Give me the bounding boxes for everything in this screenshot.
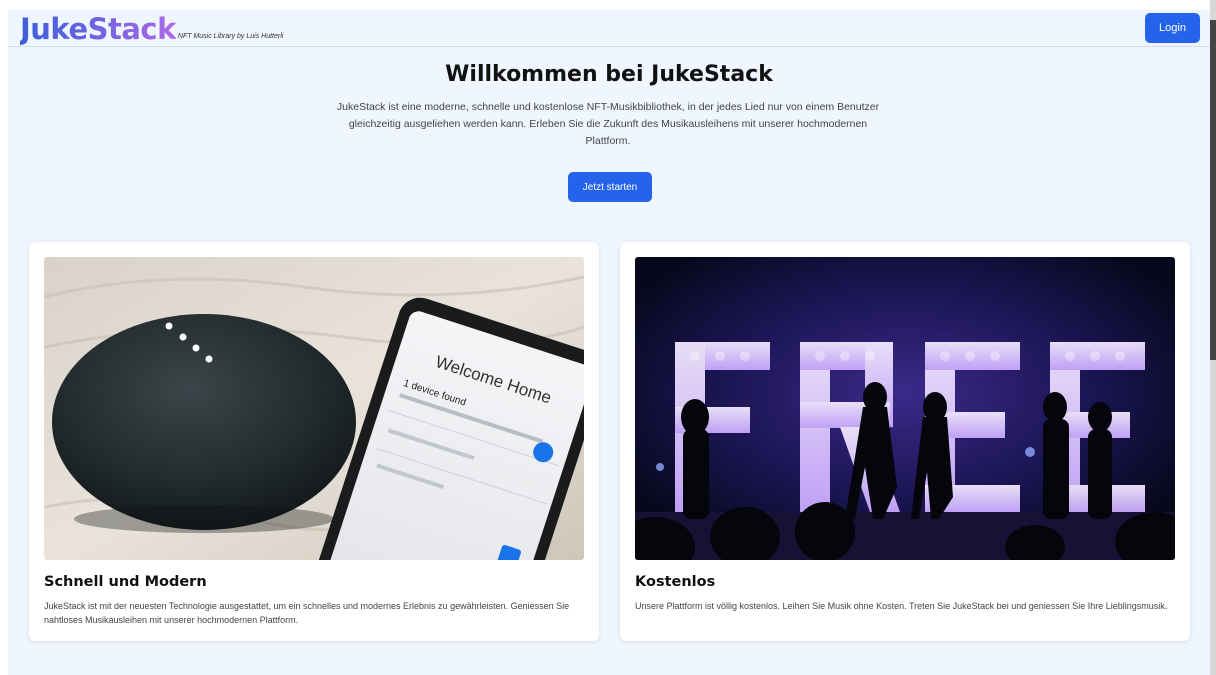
page-root: JukeStack NFT Music Library by Luis Hutt… bbox=[8, 10, 1210, 675]
login-button[interactable]: Login bbox=[1145, 13, 1200, 43]
brand-logo-text: JukeStack bbox=[20, 12, 176, 46]
feature-card-title: Kostenlos bbox=[635, 574, 716, 590]
hero-title: Willkommen bei JukeStack bbox=[445, 62, 773, 87]
feature-card-free: F R E E Kostenlos Unsere Plattform ist v… bbox=[620, 242, 1190, 641]
top-navbar: JukeStack NFT Music Library by Luis Hutt… bbox=[8, 10, 1210, 47]
concert-free-sign-photo: F R E E bbox=[635, 257, 1175, 560]
feature-card-fast-modern: Welcome Home 1 device found Schnell und … bbox=[29, 242, 599, 641]
smart-speaker-photo: Welcome Home 1 device found bbox=[44, 257, 584, 560]
feature-card-title: Schnell und Modern bbox=[44, 574, 207, 590]
brand-logo[interactable]: JukeStack NFT Music Library by Luis Hutt… bbox=[20, 10, 283, 46]
page-scrollbar-track[interactable] bbox=[1210, 0, 1216, 675]
get-started-button[interactable]: Jetzt starten bbox=[568, 172, 652, 202]
brand-subtitle: NFT Music Library by Luis Hutterli bbox=[177, 33, 284, 40]
feature-card-description: Unsere Plattform ist völlig kostenlos. L… bbox=[635, 601, 1168, 611]
page-scrollbar-thumb[interactable] bbox=[1210, 20, 1216, 360]
feature-card-description: JukeStack ist mit der neuesten Technolog… bbox=[44, 601, 570, 625]
hero-description: JukeStack ist eine moderne, schnelle und… bbox=[336, 101, 880, 147]
